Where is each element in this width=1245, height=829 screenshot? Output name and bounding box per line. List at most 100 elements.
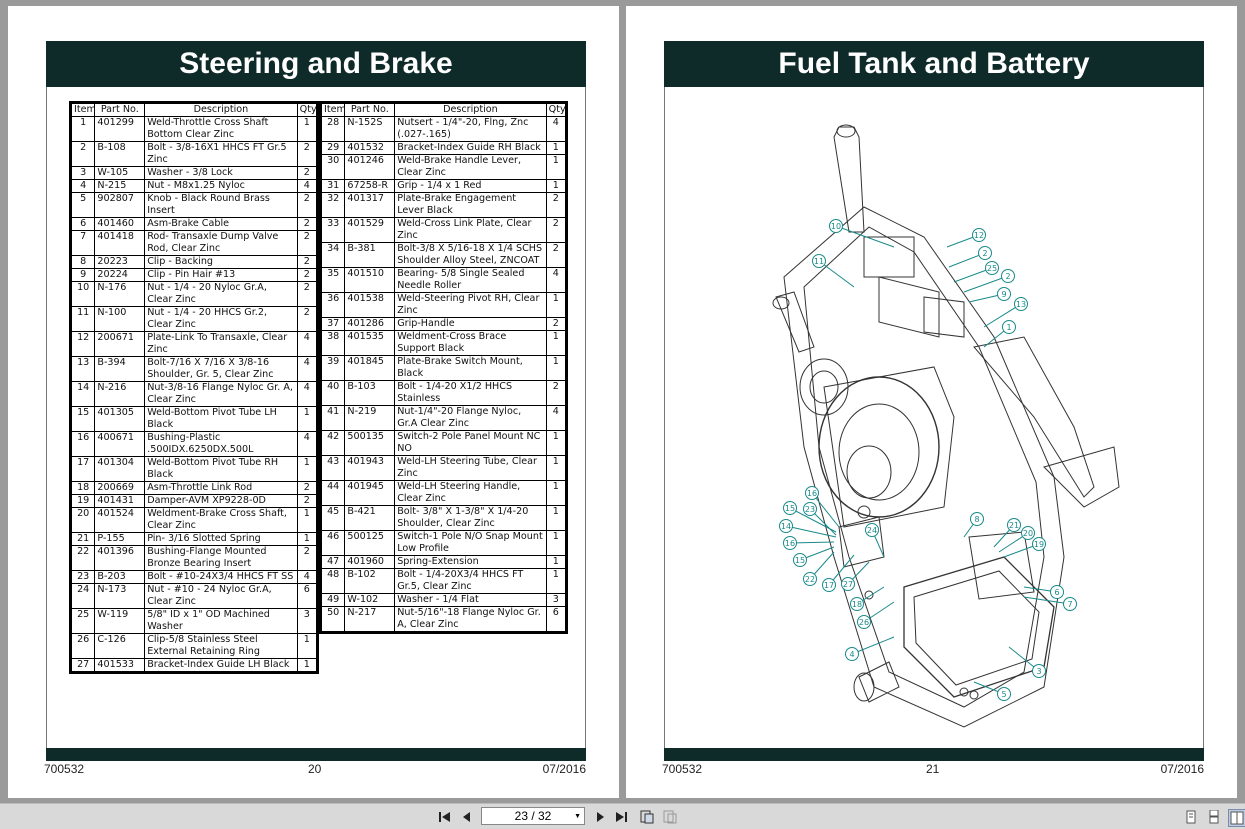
part-description: Bushing-Plastic .500IDX.6250DX.500L	[144, 431, 298, 457]
callout-number: 7	[1067, 600, 1072, 609]
part-quantity: 4	[296, 381, 319, 407]
parts-row: 13 B-394 Bolt-7/16 X 7/16 X 3/8-16 Shoulde…	[69, 356, 319, 382]
parts-row: 28 N-152S Nutsert - 1/4"-20, Flng, Znc (.0…	[319, 116, 568, 142]
part-quantity: 2	[296, 481, 319, 495]
part-quantity: 1	[545, 480, 568, 506]
parts-row: 9 20224 Clip - Pin Hair #13 2	[69, 268, 319, 282]
callout-number: 10	[831, 222, 841, 231]
part-description: Weld-Bottom Pivot Tube RH Black	[144, 456, 298, 482]
part-quantity: 1	[545, 292, 568, 318]
callout-number: 5	[1001, 690, 1006, 699]
header-part-no: Part No.	[344, 102, 396, 117]
part-quantity: 6	[296, 583, 319, 609]
part-quantity: 4	[296, 179, 319, 193]
item-number: 35	[319, 267, 346, 293]
part-number: 401418	[94, 230, 146, 256]
callout-number: 1	[1006, 323, 1011, 332]
callout-label: 19	[1003, 537, 1046, 558]
callout-number: 12	[974, 231, 984, 240]
item-number: 44	[319, 480, 346, 506]
parts-row: 50 N-217 Nut-5/16"-18 Flange Nyloc Gr. A, …	[319, 606, 568, 633]
part-quantity: 2	[296, 545, 319, 571]
single-page-icon	[1186, 810, 1196, 824]
first-page-button[interactable]	[437, 809, 453, 825]
callout-number: 16	[785, 539, 795, 548]
page-selector[interactable]: 23 / 32 ▼	[481, 807, 585, 825]
last-page-button[interactable]	[613, 809, 629, 825]
part-description: Switch-1 Pole N/O Snap Mount Low Profile	[394, 530, 547, 556]
part-quantity: 2	[545, 217, 568, 243]
single-page-view-button[interactable]	[1183, 809, 1199, 825]
item-number: 26	[69, 633, 96, 659]
item-number: 50	[319, 606, 346, 633]
callout-number: 18	[852, 600, 862, 609]
part-quantity: 4	[545, 405, 568, 431]
part-number: B-102	[344, 568, 396, 594]
part-number: 401304	[94, 456, 146, 482]
item-number: 36	[319, 292, 346, 318]
callout-label: 25	[953, 261, 999, 283]
prev-page-button[interactable]	[459, 809, 475, 825]
dropdown-caret-icon: ▼	[574, 813, 581, 820]
part-description: Bracket-Index Guide RH Black	[394, 141, 547, 155]
parts-row: 18 200669 Asm-Throttle Link Rod 2	[69, 481, 319, 495]
part-quantity: 4	[296, 331, 319, 357]
item-number: 1	[69, 116, 96, 142]
part-description: Damper-AVM XP9228-0D	[144, 494, 298, 508]
parts-row: 45 B-421 Bolt- 3/8" X 1-3/8" X 1/4-20 Shou…	[319, 505, 568, 531]
item-number: 8	[69, 255, 96, 269]
part-description: Bolt - 1/4-20X3/4 HHCS FT Gr.5, Clear Zi…	[394, 568, 547, 594]
callout-number: 27	[843, 580, 853, 589]
part-number: N-176	[94, 281, 146, 307]
part-number: N-152S	[344, 116, 396, 142]
part-quantity: 4	[296, 356, 319, 382]
part-quantity: 2	[296, 166, 319, 180]
next-page-button[interactable]	[592, 809, 608, 825]
part-number: 401510	[344, 267, 396, 293]
doc-date: 07/2016	[1160, 762, 1204, 776]
part-description: Grip-Handle	[394, 317, 547, 331]
parts-row: 2 B-108 Bolt - 3/8-16X1 HHCS FT Gr.5 Zinc 2	[69, 141, 319, 167]
fit-page-icon	[640, 810, 654, 824]
fit-page-button[interactable]	[639, 809, 655, 825]
item-number: 37	[319, 317, 346, 331]
part-description: Rod- Transaxle Dump Valve Rod, Clear Zin…	[144, 230, 298, 256]
part-number: 401305	[94, 406, 146, 432]
parts-row: 21 P-155 Pin- 3/16 Slotted Spring 1	[69, 532, 319, 546]
part-description: Nutsert - 1/4"-20, Flng, Znc (.027-.165)	[394, 116, 547, 142]
two-page-view-button[interactable]	[1228, 809, 1245, 827]
continuous-view-button[interactable]	[1206, 809, 1222, 825]
part-number: N-100	[94, 306, 146, 332]
page-bottom-bar	[664, 748, 1204, 761]
parts-row: 4 N-215 Nut - M8x1.25 Nyloc 4	[69, 179, 319, 193]
part-quantity: 1	[545, 568, 568, 594]
part-number: 500135	[344, 430, 396, 456]
item-number: 3	[69, 166, 96, 180]
part-description: Bolt - 3/8-16X1 HHCS FT Gr.5 Zinc	[144, 141, 298, 167]
part-description: Knob - Black Round Brass Insert	[144, 192, 298, 218]
part-quantity: 1	[545, 141, 568, 155]
callout-number: 16	[807, 489, 817, 498]
part-description: Asm-Throttle Link Rod	[144, 481, 298, 495]
callout-label: 24	[865, 523, 885, 558]
left-page: Steering and Brake Item Part No. Descrip…	[8, 6, 619, 798]
part-quantity: 4	[296, 570, 319, 584]
item-number: 20	[69, 507, 96, 533]
part-description: Weld-Throttle Cross Shaft Bottom Clear Z…	[144, 116, 298, 142]
parts-row: 24 N-173 Nut - #10 - 24 Nyloc Gr.A, Clear …	[69, 583, 319, 609]
callout-number: 17	[824, 581, 834, 590]
part-number: 200671	[94, 331, 146, 357]
part-number: P-155	[94, 532, 146, 546]
parts-row: 41 N-219 Nut-1/4"-20 Flange Nyloc, Gr.A Cl…	[319, 405, 568, 431]
part-number: 401524	[94, 507, 146, 533]
item-number: 28	[319, 116, 346, 142]
fit-width-button[interactable]	[662, 809, 678, 825]
doc-number: 700532	[662, 762, 703, 776]
part-description: Clip - Pin Hair #13	[144, 268, 298, 282]
page-number: 21	[926, 762, 940, 776]
item-number: 21	[69, 532, 96, 546]
parts-row: 43 401943 Weld-LH Steering Tube, Clear Zin…	[319, 455, 568, 481]
part-number: N-173	[94, 583, 146, 609]
part-description: Clip - Backing	[144, 255, 298, 269]
item-number: 6	[69, 217, 96, 231]
